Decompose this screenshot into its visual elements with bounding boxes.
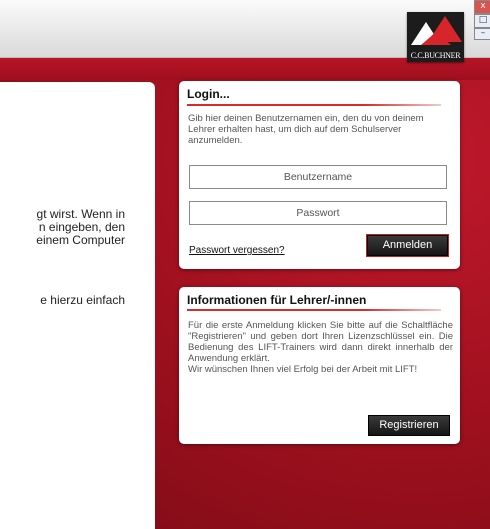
info-title: Informationen für Lehrer/-innen [187,293,367,307]
login-button[interactable]: Anmelden [366,234,449,257]
register-button[interactable]: Registrieren [368,415,450,436]
teacher-info-panel: Informationen für Lehrer/-innen Für die … [179,287,460,444]
info-paragraph-2: Wir wünschen Ihnen viel Erfolg bei der A… [188,364,418,375]
intro-line-4: e hierzu einfach [40,293,125,307]
maximize-window-button[interactable]: □ [474,14,490,28]
password-input[interactable] [189,201,447,225]
login-description: Gib hier deinen Benutzernamen ein, den d… [188,113,424,146]
forgot-password-link[interactable]: Passwort vergessen? [189,245,285,256]
login-title: Login... [187,87,230,101]
intro-line-3: einem Computer [36,233,125,247]
info-paragraph-1: Für die erste Anmeldung klicken Sie bitt… [188,320,453,364]
info-text: Für die erste Anmeldung klicken Sie bitt… [188,320,453,375]
cc-buchner-logo: C.C.BUCHNER [407,12,464,62]
login-title-divider [187,104,441,106]
minimize-window-button[interactable]: – [474,28,490,40]
main-content-panel: gt wirst. Wenn in n eingeben, den einem … [0,82,155,529]
logo-triangles-icon [411,16,462,45]
intro-line-2: n eingeben, den [38,220,125,234]
intro-text: gt wirst. Wenn in n eingeben, den einem … [0,208,125,247]
logo-text: C.C.BUCHNER [410,51,461,60]
username-input[interactable] [189,165,447,189]
info-title-divider [187,309,441,311]
close-window-button[interactable]: x [474,0,490,14]
login-panel: Login... Gib hier deinen Benutzernamen e… [179,81,460,269]
intro-line-1: gt wirst. Wenn in [36,207,125,221]
